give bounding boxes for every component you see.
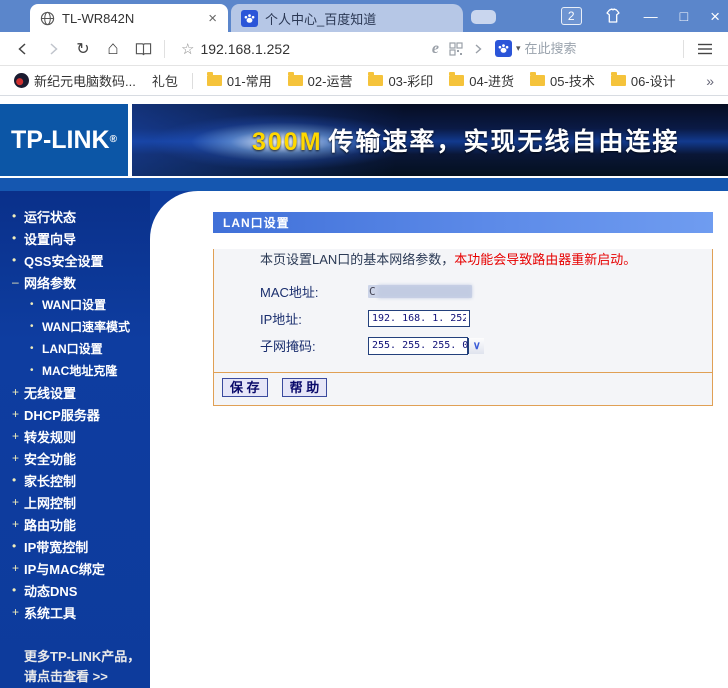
sidebar-item-wan-settings[interactable]: •WAN口设置 xyxy=(0,293,150,315)
folder-icon xyxy=(288,75,303,86)
select-dropdown-icon[interactable]: ∨ xyxy=(468,338,484,354)
sidebar-item-ip-mac-binding[interactable]: +IP与MAC绑定 xyxy=(0,557,150,579)
skin-theme-icon[interactable] xyxy=(604,8,622,24)
bookmark-folder[interactable]: 06-设计 xyxy=(607,69,680,92)
sidebar-item-parental-control[interactable]: •家长控制 xyxy=(0,469,150,491)
sidebar-item-qss-security[interactable]: •QSS安全设置 xyxy=(0,249,150,271)
redacted-mac-blur xyxy=(378,285,472,298)
bookmark-star-icon[interactable]: ☆ xyxy=(181,40,194,58)
folder-icon xyxy=(207,75,222,86)
tab-router[interactable]: TL-WR842N × xyxy=(30,4,228,32)
folder-icon xyxy=(449,75,464,86)
tplink-logo: TP-LINK® xyxy=(0,104,128,176)
search-engine-caret-icon[interactable]: ▾ xyxy=(516,43,521,54)
reading-mode-icon[interactable] xyxy=(130,36,156,62)
bookmarks-bar: 新纪元电脑数码... 礼包 01-常用 02-运营 03-彩印 04-进货 05… xyxy=(0,66,728,96)
sidebar-item-security[interactable]: +安全功能 xyxy=(0,447,150,469)
banner-image: 300M传输速率，实现无线自由连接 xyxy=(132,104,728,176)
globe-icon xyxy=(40,11,55,26)
browser-window: TL-WR842N × 个人中心_百度知道 2 — □ × xyxy=(0,0,728,688)
minimize-button[interactable]: — xyxy=(644,9,658,23)
main-content: LAN口设置 本页设置LAN口的基本网络参数，本功能会导致路由器重新启动。 MA… xyxy=(150,191,728,688)
banner-highlight: 300M xyxy=(252,128,323,156)
bookmark-item[interactable]: 礼包 xyxy=(148,69,182,92)
baidu-favicon-icon xyxy=(241,10,258,27)
sidebar-item-dynamic-dns[interactable]: •动态DNS xyxy=(0,579,150,601)
tab-title: TL-WR842N xyxy=(62,11,205,26)
sidebar-item-system-tools[interactable]: +系统工具 xyxy=(0,601,150,623)
lan-settings-panel: LAN口设置 本页设置LAN口的基本网络参数，本功能会导致路由器重新启动。 MA… xyxy=(213,212,713,406)
compatibility-mode-icon[interactable]: e xyxy=(432,40,439,58)
reload-button[interactable]: ↻ xyxy=(70,36,96,62)
home-button[interactable]: ⌂ xyxy=(100,36,126,62)
bookmark-item[interactable]: 新纪元电脑数码... xyxy=(10,69,140,92)
sidebar-item-lan-settings[interactable]: •LAN口设置 xyxy=(0,337,150,359)
folder-icon xyxy=(530,75,545,86)
folder-icon xyxy=(368,75,383,86)
header-divider-strip xyxy=(0,178,728,191)
forward-button[interactable] xyxy=(40,36,66,62)
qr-code-icon[interactable] xyxy=(449,42,463,56)
search-input[interactable] xyxy=(525,41,701,56)
ip-address-label: IP地址: xyxy=(260,309,368,328)
sidebar-menu: •运行状态 •设置向导 •QSS安全设置 –网络参数 •WAN口设置 •WAN口… xyxy=(0,191,150,688)
bookmark-folder[interactable]: 02-运营 xyxy=(284,69,357,92)
sidebar-item-network-params[interactable]: –网络参数 xyxy=(0,271,150,293)
sidebar-item-access-control[interactable]: +上网控制 xyxy=(0,491,150,513)
folder-icon xyxy=(611,75,626,86)
bookmark-folder[interactable]: 04-进货 xyxy=(445,69,518,92)
tab-title: 个人中心_百度知道 xyxy=(265,9,455,28)
subnet-mask-label: 子网掩码: xyxy=(260,336,368,355)
bookmark-folder[interactable]: 03-彩印 xyxy=(364,69,437,92)
ip-address-input[interactable] xyxy=(368,310,470,327)
new-tab-button[interactable] xyxy=(471,10,496,24)
save-button[interactable]: 保 存 xyxy=(222,378,268,397)
tab-baidu[interactable]: 个人中心_百度知道 xyxy=(231,4,463,32)
menu-button[interactable] xyxy=(692,36,718,62)
close-button[interactable]: × xyxy=(710,8,720,25)
subnet-mask-select[interactable]: 255. 255. 255. 0 ∨ xyxy=(368,337,468,355)
tab-strip: TL-WR842N × 个人中心_百度知道 2 — □ × xyxy=(0,0,728,32)
maximize-button[interactable]: □ xyxy=(680,9,688,23)
search-box[interactable]: ▾ xyxy=(495,40,675,57)
url-input[interactable] xyxy=(200,41,350,57)
bookmarks-overflow-chevron[interactable]: » xyxy=(702,73,718,89)
site-favicon-icon xyxy=(14,73,29,88)
navigation-toolbar: ↻ ⌂ ☆ e xyxy=(0,32,728,66)
sidebar-item-ip-bandwidth[interactable]: •IP带宽控制 xyxy=(0,535,150,557)
bookmark-folder[interactable]: 05-技术 xyxy=(526,69,599,92)
bookmark-folder[interactable]: 01-常用 xyxy=(203,69,276,92)
sidebar-item-routing[interactable]: +路由功能 xyxy=(0,513,150,535)
sidebar-item-dhcp[interactable]: +DHCP服务器 xyxy=(0,403,150,425)
panel-title: LAN口设置 xyxy=(213,212,713,233)
mac-address-label: MAC地址: xyxy=(260,282,368,301)
search-engine-icon[interactable] xyxy=(495,40,512,57)
sidebar-item-wan-speed-mode[interactable]: •WAN口速率模式 xyxy=(0,315,150,337)
sidebar-item-setup-wizard[interactable]: •设置向导 xyxy=(0,227,150,249)
sidebar-item-wireless[interactable]: +无线设置 xyxy=(0,381,150,403)
tab-count-badge[interactable]: 2 xyxy=(561,7,582,25)
panel-description: 本页设置LAN口的基本网络参数，本功能会导致路由器重新启动。 xyxy=(260,249,696,268)
sidebar-item-forwarding[interactable]: +转发规则 xyxy=(0,425,150,447)
expand-icons-chevron[interactable] xyxy=(473,43,483,55)
router-page-header: TP-LINK® 300M传输速率，实现无线自由连接 xyxy=(0,96,728,191)
help-button[interactable]: 帮 助 xyxy=(282,378,328,397)
back-button[interactable] xyxy=(10,36,36,62)
tab-close-icon[interactable]: × xyxy=(205,10,220,27)
sidebar-item-mac-clone[interactable]: •MAC地址克隆 xyxy=(0,359,150,381)
mac-address-value: C xyxy=(368,285,472,298)
sidebar-footer-link[interactable]: 更多TP-LINK产品， 请点击查看 >> xyxy=(0,647,150,687)
banner-slogan: 传输速率，实现无线自由连接 xyxy=(329,128,680,156)
sidebar-item-running-status[interactable]: •运行状态 xyxy=(0,205,150,227)
address-bar[interactable]: ☆ xyxy=(173,40,428,58)
warning-text: 本功能会导致路由器重新启动。 xyxy=(454,252,636,267)
